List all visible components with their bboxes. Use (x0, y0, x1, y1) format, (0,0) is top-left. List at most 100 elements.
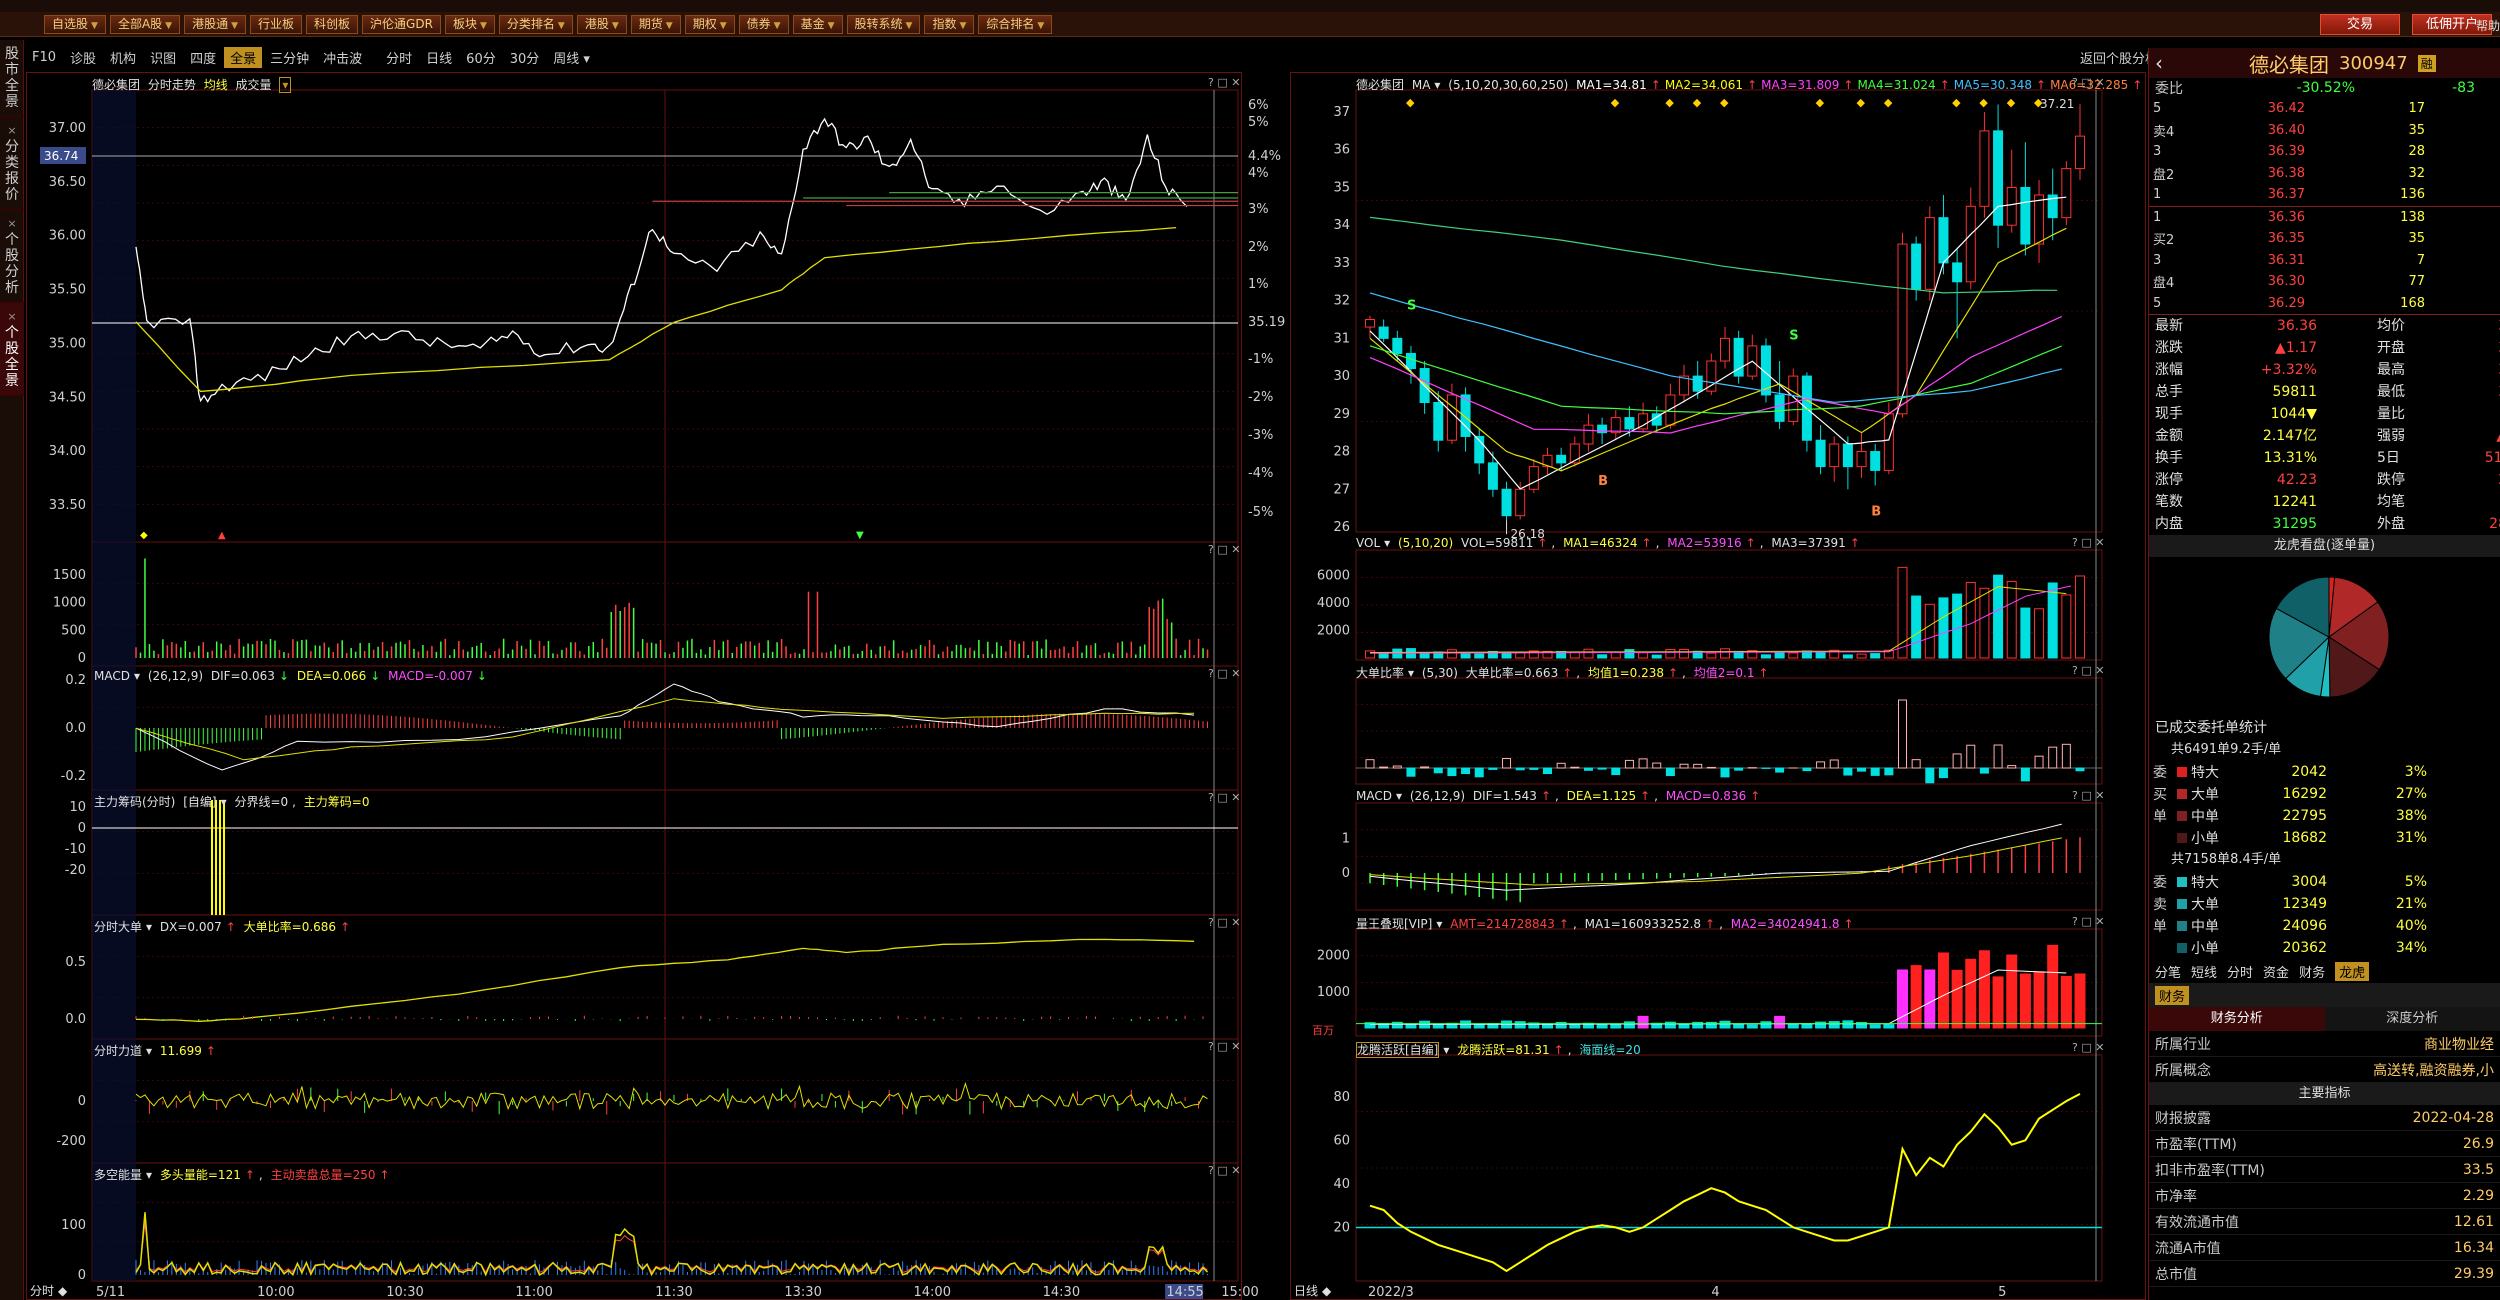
finance-row: 总市值 29.39 (2149, 1261, 2500, 1287)
pct-tick: 1% (1248, 277, 1269, 292)
window-controls-icon[interactable]: ? □ ✕ (1208, 1040, 1240, 1053)
daily-period-select[interactable]: 日线 ◆ (1294, 1282, 1335, 1299)
stat-value-2 (2467, 491, 2500, 513)
sell-level-label: 3 (2149, 144, 2185, 159)
bigratio-bar (1447, 767, 1457, 777)
window-controls-icon[interactable]: ? □ ✕ (2072, 536, 2104, 549)
buy-row[interactable]: 盘4 36.30 77 (2149, 271, 2500, 293)
bigratio-bar (1870, 767, 1880, 776)
order-stat-row: 买 大单 16292 27% (2149, 783, 2500, 805)
buy-level: 1 (2153, 209, 2162, 225)
intraday-macd-title: MACD ▾ (26,12,9) DIF=0.063 ↓ DEA=0.066 ↓ MA… (94, 669, 487, 683)
finance-value: 26.9 (2462, 1135, 2494, 1152)
auction-area (92, 90, 136, 1281)
buy-row[interactable]: 买2 36.35 35 (2149, 228, 2500, 250)
legend-swatch (2177, 921, 2187, 931)
daily-volume-bar (1706, 652, 1717, 659)
amount-bar (1951, 969, 1963, 1029)
quote-subtab-4[interactable]: 财务 (2299, 962, 2325, 981)
tab-fin-analysis[interactable]: 财务分析 (2149, 1007, 2325, 1031)
bigratio-bar (1624, 759, 1634, 769)
quote-subtab-1[interactable]: 短线 (2191, 962, 2217, 981)
vol-tick: 1000 (53, 596, 86, 611)
sell-row[interactable]: 卖4 36.40 35 (2149, 120, 2500, 142)
signal-diamond-icon: ◆ (1979, 96, 1988, 109)
bigratio-bar (1665, 767, 1675, 777)
order-stat-row: 小单 18682 31% (2149, 827, 2500, 849)
quote-subtab-3[interactable]: 资金 (2263, 962, 2289, 981)
order-volume: 18682 (2282, 830, 2327, 846)
order-volume: 2042 (2291, 764, 2327, 780)
window-controls-icon[interactable]: ? □ ✕ (1208, 667, 1240, 680)
order-type: 小单 (2177, 828, 2247, 848)
up-arrow-icon: ↑ (1747, 78, 1758, 92)
tab-finance[interactable]: 财务 (2155, 985, 2190, 1005)
finance-value: 2.29 (2462, 1187, 2494, 1204)
window-controls-icon[interactable]: ? □ ✕ (1208, 791, 1240, 804)
intraday-period-select[interactable]: 分时 ◆ (30, 1282, 71, 1299)
order-stat-row: 单 中单 24096 40% (2149, 915, 2500, 937)
window-controls-icon[interactable]: ? □ ✕ (1208, 916, 1240, 929)
buy-price: 36.35 (2267, 231, 2305, 247)
amount-tick: 2000 (1317, 949, 1350, 964)
order-volume: 16292 (2282, 786, 2327, 802)
order-stat-row: 小单 20362 34% (2149, 937, 2500, 959)
stat-label-2: 量比 (2377, 406, 2405, 422)
candle-body (1952, 262, 1963, 283)
sell-row[interactable]: 盘2 36.38 32 (2149, 163, 2500, 185)
stat-label: 换手 (2155, 450, 2183, 466)
bigratio-bar (2048, 746, 2058, 769)
bigratio-bar (1938, 767, 1948, 779)
sell-level: 5 (2153, 101, 2162, 117)
order-volume: 20362 (2282, 940, 2327, 956)
signal-diamond-icon: ◆ (2007, 96, 2016, 109)
tab-depth-analysis[interactable]: 深度分析 (2324, 1007, 2500, 1031)
bigratio-bar (1611, 767, 1621, 776)
order-side-label: 单 (2153, 919, 2167, 935)
quote-subtab-dragon[interactable]: 龙虎 (2335, 961, 2370, 981)
window-controls-icon[interactable]: ? □ ✕ (1208, 76, 1240, 89)
sell-row[interactable]: 5 36.42 17 (2149, 98, 2500, 120)
candle-body (1897, 243, 1908, 415)
stat-label-2: 最高 (2377, 362, 2405, 378)
price-tick: 34.50 (49, 390, 86, 405)
stat-label-2: 开盘 (2377, 340, 2405, 356)
finance-row: 市盈率(TTM) 26.9 (2149, 1131, 2500, 1157)
quote-subtab-2[interactable]: 分时 (2227, 962, 2253, 981)
daily-volume-bar (1870, 653, 1881, 659)
daily-volume-bar (2075, 575, 2085, 659)
window-controls-icon[interactable]: ? □ ✕ (2072, 915, 2104, 928)
buy-row[interactable]: 3 36.31 7 (2149, 250, 2500, 272)
daily-price-tick: 34 (1333, 218, 1350, 233)
pct-tick: 2% (1248, 240, 1269, 255)
buy-price: 36.36 (2267, 209, 2305, 225)
order-type: 中单 (2177, 806, 2247, 826)
bigratio-bar (1488, 767, 1498, 770)
buy-row[interactable]: 5 36.29 168 (2149, 293, 2500, 315)
quote-subtab-0[interactable]: 分笔 (2155, 962, 2181, 981)
sell-level: 2 (2166, 167, 2175, 183)
buy-row[interactable]: 1 36.36 138 (2149, 207, 2500, 229)
back-arrow-icon[interactable]: ‹ (2155, 51, 2163, 75)
sell-row[interactable]: 1 36.37 136 (2149, 184, 2500, 206)
window-controls-icon[interactable]: ? □ ✕ (1208, 543, 1240, 556)
window-controls-icon[interactable]: ? □ ✕ (2072, 789, 2104, 802)
window-controls-icon[interactable]: ? □ ✕ (1208, 1164, 1240, 1177)
buy-volume: 35 (2408, 231, 2425, 247)
window-controls-icon[interactable]: ? □ ✕ (2072, 664, 2104, 677)
signal-diamond-icon: ◆ (1406, 96, 1415, 109)
finance-row: 扣非市盈率(TTM) 33.5 (2149, 1157, 2500, 1183)
signal-diamond-icon: ◆ (1857, 96, 1866, 109)
buy-price: 36.31 (2267, 252, 2305, 268)
daily-dragon-title: 龙腾活跃[自编] ▾ 龙腾活跃=81.31 ↑, 海面线=20 (1356, 1042, 1641, 1058)
stat-label: 涨跌 (2155, 340, 2183, 356)
buy-level: 2 (2166, 233, 2175, 249)
chips-tick: 10 (69, 800, 86, 815)
daily-volume-bar (1979, 587, 1990, 659)
sell-row[interactable]: 3 36.39 28 (2149, 141, 2500, 163)
sell-price: 36.39 (2267, 144, 2305, 160)
daily-volume-bar (1842, 654, 1853, 659)
order-percent: 3% (2404, 764, 2427, 780)
window-controls-icon[interactable]: ? □ ✕ (2072, 1041, 2104, 1054)
bigratio-bar (1365, 759, 1375, 769)
